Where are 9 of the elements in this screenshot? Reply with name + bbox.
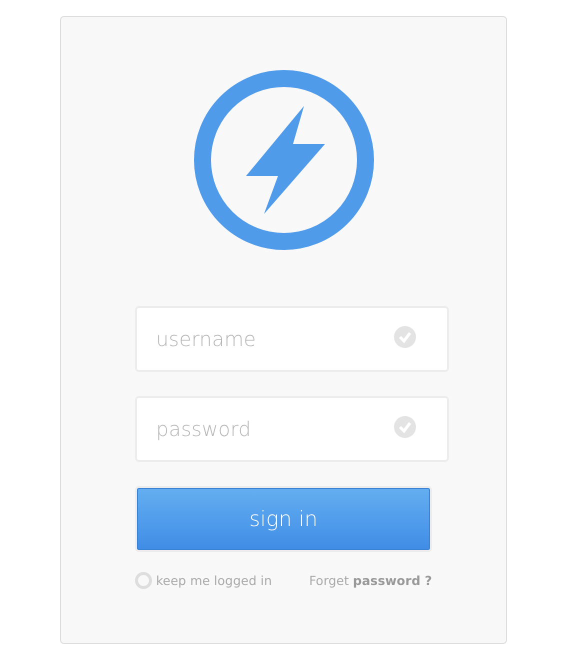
check-icon [394,326,416,348]
password-field[interactable]: password [135,396,449,462]
check-icon [394,416,416,438]
sign-in-button[interactable]: sign in [135,486,432,552]
remember-radio[interactable] [135,572,152,589]
remember-label[interactable]: keep me logged in [156,573,272,588]
username-field[interactable]: username [135,306,449,372]
forgot-password-link[interactable]: Forget password ? [309,573,432,588]
lightning-logo-icon [194,70,374,250]
